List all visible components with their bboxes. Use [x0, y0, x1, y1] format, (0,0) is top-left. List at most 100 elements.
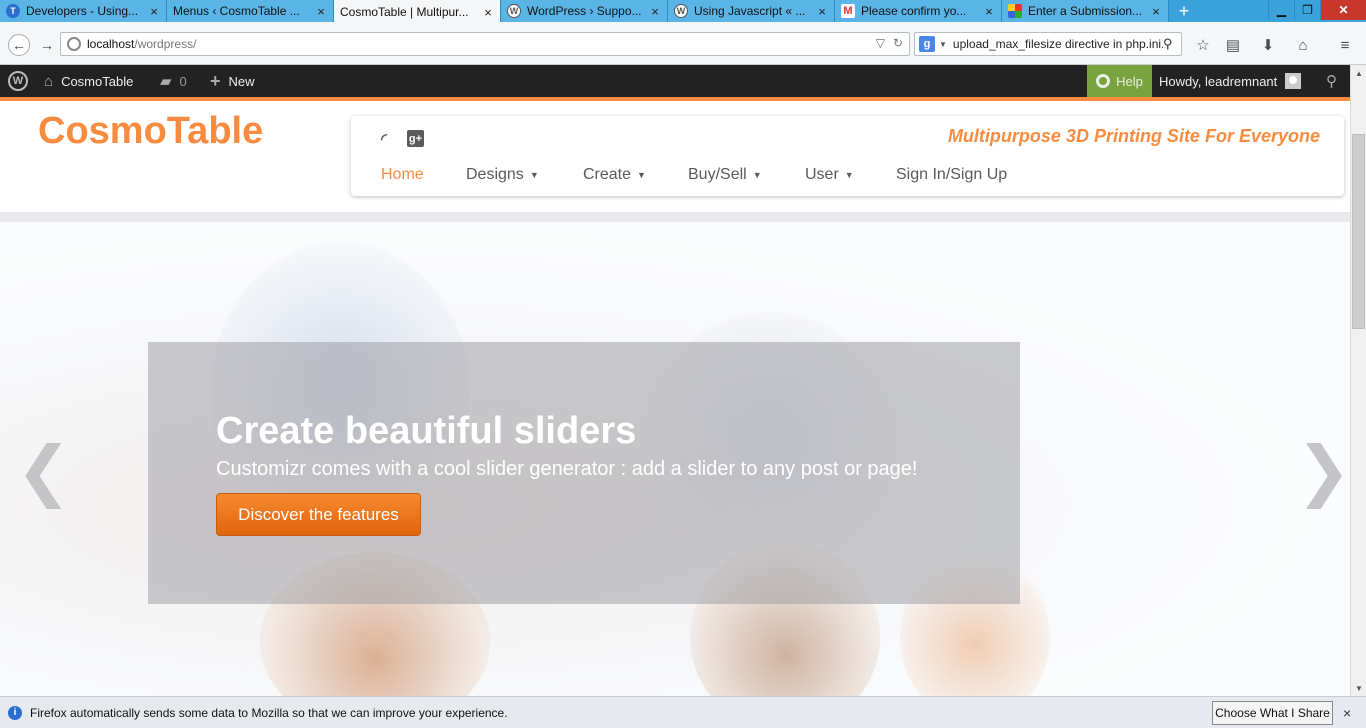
reading-list-icon[interactable]: ▤: [1222, 34, 1244, 56]
account-menu[interactable]: Howdy, leadremnant: [1159, 65, 1302, 97]
tab-title: Enter a Submission...: [1028, 4, 1143, 18]
window-controls: ▁ ❐ ✕: [1268, 0, 1366, 20]
header-divider: [0, 212, 1350, 222]
help-button[interactable]: Help: [1087, 65, 1152, 97]
menu-item-buy-sell[interactable]: Buy/Sell ▼: [688, 166, 762, 184]
wordpress-icon: W: [507, 4, 521, 18]
slide-title: Create beautiful sliders: [216, 410, 637, 452]
vertical-scrollbar[interactable]: ▲ ▼: [1350, 65, 1366, 696]
caret-down-icon: ▼: [844, 170, 854, 180]
close-icon[interactable]: ×: [649, 4, 661, 19]
scrollbar-thumb[interactable]: [1352, 134, 1365, 329]
tab-title: Menus ‹ CosmoTable ...: [173, 4, 300, 18]
tab-title: Please confirm yo...: [861, 4, 967, 18]
bookmark-star-icon[interactable]: ☆: [1192, 34, 1214, 56]
search-input[interactable]: upload_max_filesize directive in php.ini…: [953, 37, 1163, 51]
close-icon[interactable]: ×: [983, 4, 995, 19]
tab-title: Using Javascript « ...: [694, 4, 806, 18]
hamburger-menu-icon[interactable]: ≡: [1334, 34, 1356, 56]
download-icon[interactable]: ⬇: [1257, 34, 1279, 56]
notification-text: Firefox automatically sends some data to…: [30, 705, 508, 720]
close-icon[interactable]: ×: [482, 5, 494, 20]
menu-item-designs[interactable]: Designs ▼: [466, 166, 539, 184]
url-text[interactable]: localhost/wordpress/: [87, 37, 196, 51]
accent-divider: [0, 97, 1350, 101]
restore-icon[interactable]: ❐: [1294, 0, 1320, 20]
avatar: [1285, 73, 1302, 89]
minimize-icon[interactable]: ▁: [1268, 0, 1294, 20]
browser-toolbar: ← → localhost/wordpress/ ▽ ↻ g ▼ upload_…: [0, 22, 1366, 65]
howdy-label: Howdy, leadremnant: [1159, 73, 1278, 89]
google-icon[interactable]: g: [919, 36, 935, 52]
choose-what-i-share-button[interactable]: Choose What I Share: [1212, 701, 1333, 725]
discover-features-button[interactable]: Discover the features: [216, 493, 421, 536]
close-icon[interactable]: ×: [816, 4, 828, 19]
home-icon: ⌂: [44, 72, 54, 90]
site-name-link[interactable]: ⌂ CosmoTable: [44, 65, 133, 97]
close-icon[interactable]: ×: [1150, 4, 1162, 19]
menu-label: Designs: [466, 166, 524, 183]
menu-item-home[interactable]: Home: [381, 166, 424, 184]
caret-down-icon: ▼: [752, 170, 762, 180]
lifebuoy-icon: [1096, 74, 1111, 88]
menu-item-user[interactable]: User ▼: [805, 166, 854, 184]
close-icon[interactable]: ×: [1343, 705, 1351, 721]
wordpress-logo-icon[interactable]: W: [8, 65, 28, 97]
browser-tab-active[interactable]: CosmoTable | Multipur... ×: [334, 0, 501, 24]
browser-tab[interactable]: M Please confirm yo... ×: [835, 0, 1002, 22]
search-icon[interactable]: ⚲: [1163, 36, 1181, 52]
dropdown-triangle-icon[interactable]: ▽: [876, 36, 885, 50]
menu-label: Create: [583, 166, 632, 183]
scroll-down-icon[interactable]: ▼: [1351, 680, 1366, 696]
pinwheel-icon: [1008, 4, 1022, 18]
browser-tab[interactable]: T Developers - Using... ×: [0, 0, 167, 22]
site-name-label: CosmoTable: [61, 73, 134, 89]
site-brand-logo[interactable]: CosmoTable: [38, 110, 263, 153]
new-label: New: [228, 73, 255, 89]
rss-icon[interactable]: ◜: [375, 130, 393, 148]
forward-arrow-icon[interactable]: →: [36, 34, 58, 56]
caret-down-icon: ▼: [637, 170, 646, 180]
google-plus-icon[interactable]: g+: [407, 130, 424, 147]
browser-tab[interactable]: W Using Javascript « ... ×: [668, 0, 835, 22]
browser-tab[interactable]: W WordPress › Suppo... ×: [501, 0, 668, 22]
close-icon[interactable]: ×: [315, 4, 327, 19]
navbar-box: ◜ g+ Multipurpose 3D Printing Site For E…: [351, 116, 1344, 196]
url-host: localhost: [87, 37, 135, 51]
url-bar[interactable]: localhost/wordpress/ ▽ ↻: [60, 32, 910, 56]
window-close-icon[interactable]: ✕: [1320, 0, 1366, 20]
slider-next-icon[interactable]: ❯: [1296, 432, 1350, 509]
close-icon[interactable]: ×: [148, 4, 160, 19]
wp-admin-bar: W ⌂ CosmoTable ▰ 0 + New Help Howdy, lea…: [0, 65, 1350, 97]
reload-icon[interactable]: ↻: [893, 36, 903, 50]
plus-icon: +: [210, 70, 221, 91]
menu-label: Buy/Sell: [688, 166, 747, 183]
slider-prev-icon[interactable]: ❮: [16, 432, 71, 509]
comments-link[interactable]: ▰ 0: [160, 65, 187, 97]
hero-slider: Create beautiful sliders Customizr comes…: [0, 222, 1350, 696]
tab-title: WordPress › Suppo...: [527, 4, 642, 18]
back-arrow-icon[interactable]: ←: [8, 34, 30, 56]
wordpress-icon: W: [674, 4, 688, 18]
search-bar[interactable]: g ▼ upload_max_filesize directive in php…: [914, 32, 1182, 56]
browser-tab[interactable]: Enter a Submission... ×: [1002, 0, 1169, 22]
tab-title: CosmoTable | Multipur...: [340, 5, 469, 19]
scroll-up-icon[interactable]: ▲: [1351, 65, 1366, 81]
comments-count: 0: [179, 73, 187, 89]
menu-label: Sign In/Sign Up: [896, 166, 1008, 183]
site-tagline: Multipurpose 3D Printing Site For Everyo…: [947, 126, 1320, 146]
url-path: /wordpress/: [134, 37, 197, 51]
search-icon[interactable]: ⚲: [1326, 65, 1337, 97]
help-label: Help: [1116, 73, 1143, 89]
menu-item-create[interactable]: Create ▼: [583, 166, 646, 184]
home-icon[interactable]: ⌂: [1292, 34, 1314, 56]
circle-t-icon: T: [6, 4, 20, 18]
menu-label: Home: [381, 166, 424, 183]
browser-tab[interactable]: Menus ‹ CosmoTable ... ×: [167, 0, 334, 22]
new-content-link[interactable]: + New: [210, 65, 255, 97]
slide-subtitle: Customizr comes with a cool slider gener…: [216, 458, 918, 480]
new-tab-button[interactable]: +: [1169, 0, 1199, 22]
menu-label: User: [805, 166, 839, 183]
menu-item-sign-in[interactable]: Sign In/Sign Up: [896, 166, 1007, 184]
chevron-down-icon[interactable]: ▼: [939, 40, 947, 49]
